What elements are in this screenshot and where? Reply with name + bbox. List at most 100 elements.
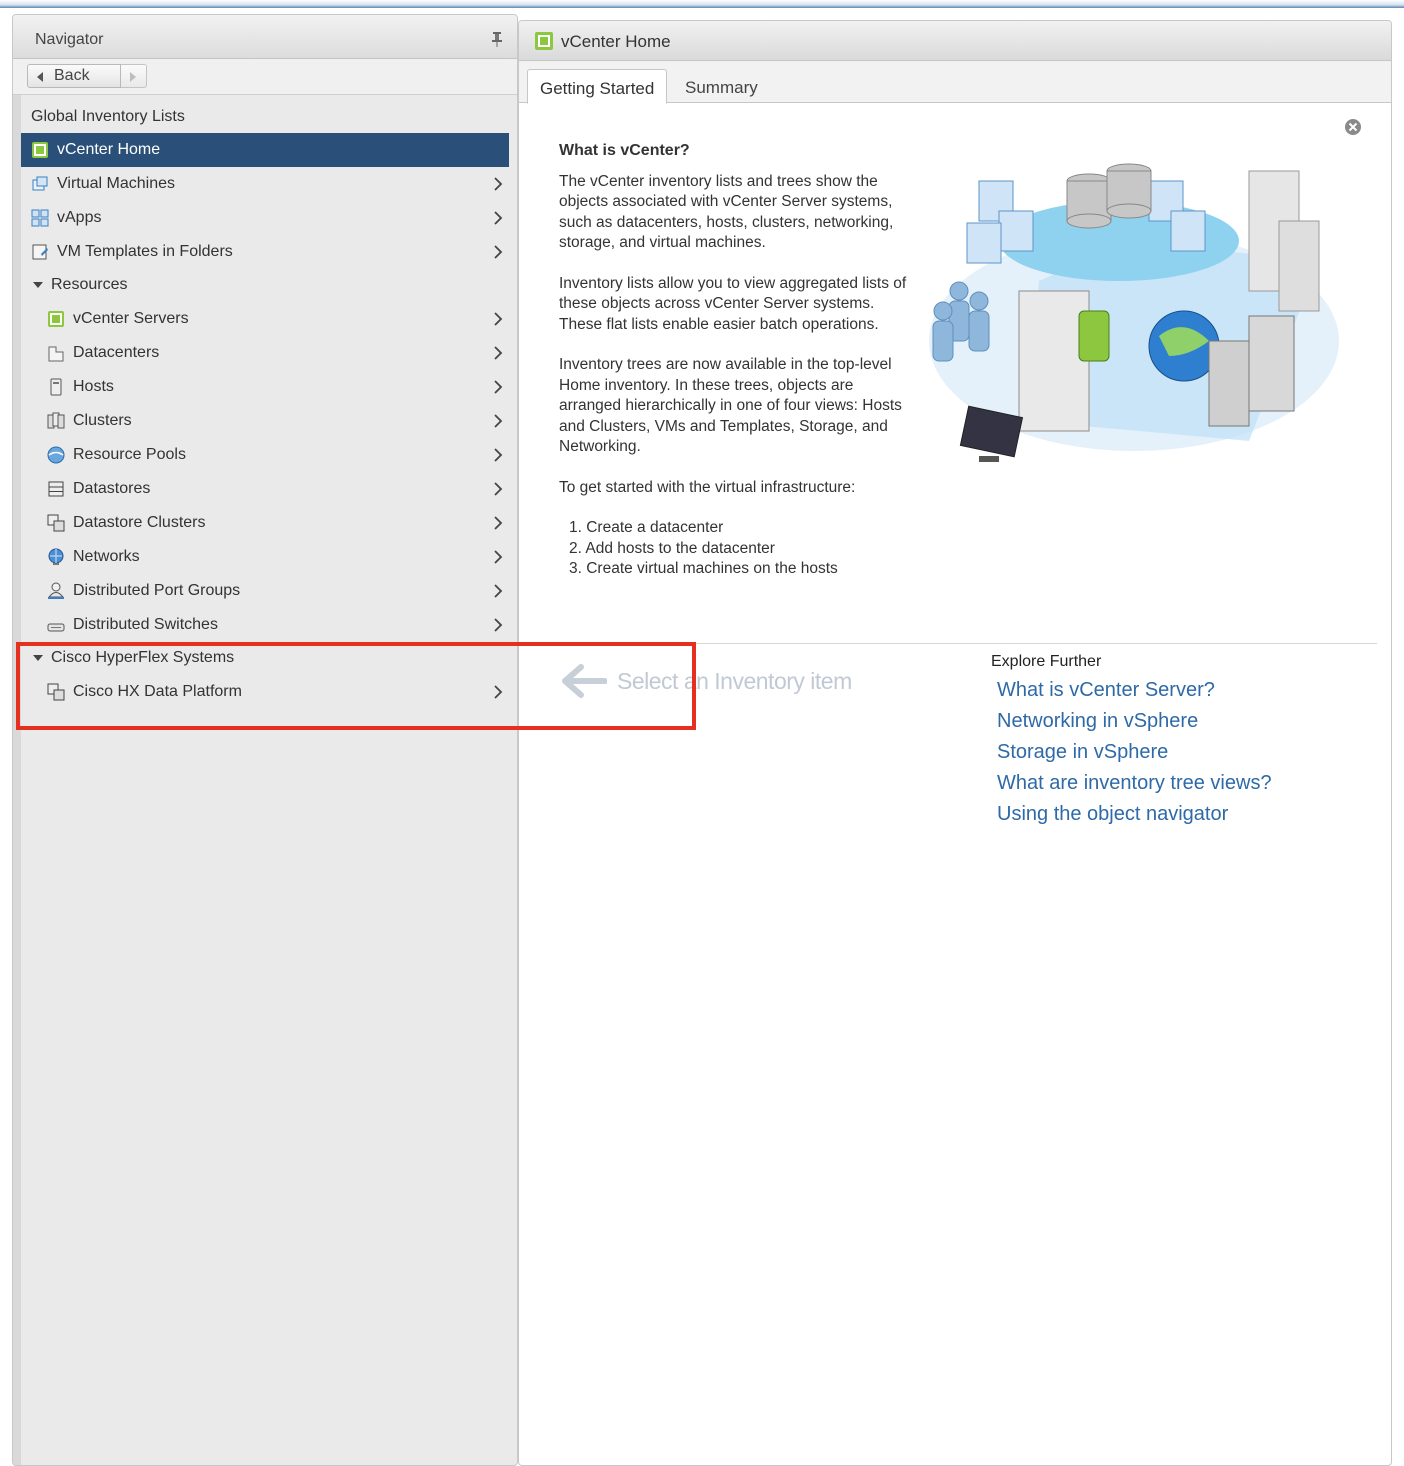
nav-item-label: Resource Pools	[73, 446, 186, 463]
network-icon	[48, 548, 64, 565]
nav-item-label: vApps	[57, 209, 102, 226]
nav-item-networks[interactable]: Networks	[21, 540, 509, 574]
resource-pool-icon	[47, 446, 65, 464]
cluster-icon	[47, 412, 65, 429]
nav-item-label: Hosts	[73, 378, 114, 395]
vcenter-server-icon	[48, 311, 64, 327]
intro-paragraph: The vCenter inventory lists and trees sh…	[559, 172, 894, 252]
vcenter-infrastructure-illustration	[929, 163, 1339, 462]
nav-item-cisco-hx-data-platform[interactable]: Cisco HX Data Platform	[21, 675, 509, 709]
history-bar: Back	[13, 59, 517, 95]
nav-item-label: Clusters	[73, 412, 132, 429]
resources-group-header[interactable]: Resources	[21, 269, 509, 302]
chevron-right-icon	[494, 312, 503, 326]
section-divider	[519, 643, 1377, 644]
pin-icon[interactable]	[491, 31, 503, 47]
nav-item-label: vCenter Home	[57, 141, 161, 158]
chevron-right-icon	[494, 584, 503, 598]
navigator-panel: Navigator Back Global Inventory Lists vC…	[12, 14, 518, 1466]
nav-item-label: Datastores	[73, 480, 151, 497]
tab-summary[interactable]: Summary	[673, 69, 770, 104]
distributed-switch-icon	[47, 623, 65, 632]
chevron-right-icon	[494, 448, 503, 462]
chevron-right-icon	[494, 346, 503, 360]
navigator-header: Navigator	[13, 15, 517, 59]
step-item: 2. Add hosts to the datacenter	[569, 539, 775, 557]
chevron-right-icon	[494, 245, 503, 259]
global-inventory-lists-heading: Global Inventory Lists	[31, 108, 185, 125]
explore-further-title: Explore Further	[991, 653, 1102, 670]
step-item: 3. Create virtual machines on the hosts	[569, 560, 838, 577]
tab-bar: Getting Started Summary	[519, 61, 1391, 104]
chevron-right-icon	[494, 380, 503, 394]
nav-item-vcenter-home[interactable]: vCenter Home	[21, 133, 509, 167]
resources-group-label: Resources	[51, 276, 128, 293]
nav-item-vm-templates[interactable]: VM Templates in Folders	[21, 235, 509, 269]
back-button[interactable]: Back	[27, 64, 121, 88]
nav-item-virtual-machines[interactable]: Virtual Machines	[21, 167, 509, 201]
main-header: vCenter Home	[519, 21, 1391, 61]
nav-item-label: Datastore Clusters	[73, 514, 206, 531]
main-panel: vCenter Home Getting Started Summary Wha…	[518, 20, 1392, 1466]
getting-started-content: What is vCenter? The vCenter inventory l…	[559, 141, 919, 580]
hx-data-platform-icon	[47, 683, 65, 701]
nav-item-label: Networks	[73, 548, 140, 565]
forward-arrow-icon	[130, 72, 136, 82]
navigator-title: Navigator	[35, 31, 104, 48]
nav-item-distributed-switches[interactable]: Distributed Switches	[21, 608, 509, 642]
nav-item-vapps[interactable]: vApps	[21, 201, 509, 235]
host-icon	[50, 378, 62, 396]
steps-list: 1. Create a datacenter 2. Add hosts to t…	[559, 518, 919, 580]
nav-item-datastore-clusters[interactable]: Datastore Clusters	[21, 506, 509, 540]
vm-template-icon	[32, 244, 48, 260]
explore-link-inventory-tree-views[interactable]: What are inventory tree views?	[991, 772, 1371, 803]
chevron-right-icon	[494, 516, 503, 530]
chevron-right-icon	[494, 618, 503, 632]
port-group-icon	[47, 582, 65, 599]
nav-item-clusters[interactable]: Clusters	[21, 404, 509, 438]
nav-item-label: Distributed Switches	[73, 616, 218, 633]
inventory-lists-paragraph: Inventory lists allow you to view aggreg…	[559, 274, 907, 333]
step-item: 1. Create a datacenter	[569, 519, 724, 536]
hyperflex-group-label: Cisco HyperFlex Systems	[51, 649, 235, 666]
chevron-right-icon	[494, 211, 503, 225]
nav-item-label: Virtual Machines	[57, 175, 175, 192]
chevron-right-icon	[494, 685, 503, 699]
inventory-trees-paragraph: Inventory trees are now available in the…	[559, 356, 902, 455]
explore-link-networking[interactable]: Networking in vSphere	[991, 710, 1371, 741]
nav-item-datacenters[interactable]: Datacenters	[21, 336, 509, 370]
back-arrow-icon	[37, 72, 43, 82]
back-label: Back	[54, 67, 90, 84]
nav-item-label: Distributed Port Groups	[73, 582, 241, 599]
nav-item-label: vCenter Servers	[73, 310, 189, 327]
nav-item-label: Datacenters	[73, 344, 160, 361]
nav-item-hosts[interactable]: Hosts	[21, 370, 509, 404]
explore-link-storage[interactable]: Storage in vSphere	[991, 741, 1371, 772]
get-started-paragraph: To get started with the virtual infrastr…	[559, 478, 856, 496]
nav-item-resource-pools[interactable]: Resource Pools	[21, 438, 509, 472]
nav-item-vcenter-servers[interactable]: vCenter Servers	[21, 302, 509, 336]
tab-getting-started[interactable]: Getting Started	[527, 69, 668, 104]
chevron-right-icon	[494, 550, 503, 564]
collapse-triangle-icon	[33, 655, 43, 661]
page-title: vCenter Home	[561, 32, 671, 51]
select-hint-label: Select an Inventory item	[617, 668, 852, 694]
vapp-icon	[31, 209, 49, 227]
virtual-machine-icon	[32, 176, 48, 191]
close-icon[interactable]	[1343, 117, 1363, 137]
nav-item-label: Cisco HX Data Platform	[73, 683, 242, 700]
explore-link-object-navigator[interactable]: Using the object navigator	[991, 803, 1371, 834]
forward-button[interactable]	[121, 64, 147, 88]
section-heading: What is vCenter?	[559, 142, 690, 159]
nav-item-datastores[interactable]: Datastores	[21, 472, 509, 506]
nav-item-label: VM Templates in Folders	[57, 243, 233, 260]
explore-link-what-is-vcenter[interactable]: What is vCenter Server?	[991, 679, 1371, 710]
datacenter-icon	[48, 346, 64, 362]
datastore-cluster-icon	[47, 514, 65, 532]
datastore-icon	[48, 481, 64, 497]
vcenter-home-icon	[535, 32, 553, 50]
collapse-triangle-icon	[33, 282, 43, 288]
chevron-right-icon	[494, 177, 503, 191]
nav-item-distributed-port-groups[interactable]: Distributed Port Groups	[21, 574, 509, 608]
hyperflex-group-header[interactable]: Cisco HyperFlex Systems	[21, 642, 509, 675]
